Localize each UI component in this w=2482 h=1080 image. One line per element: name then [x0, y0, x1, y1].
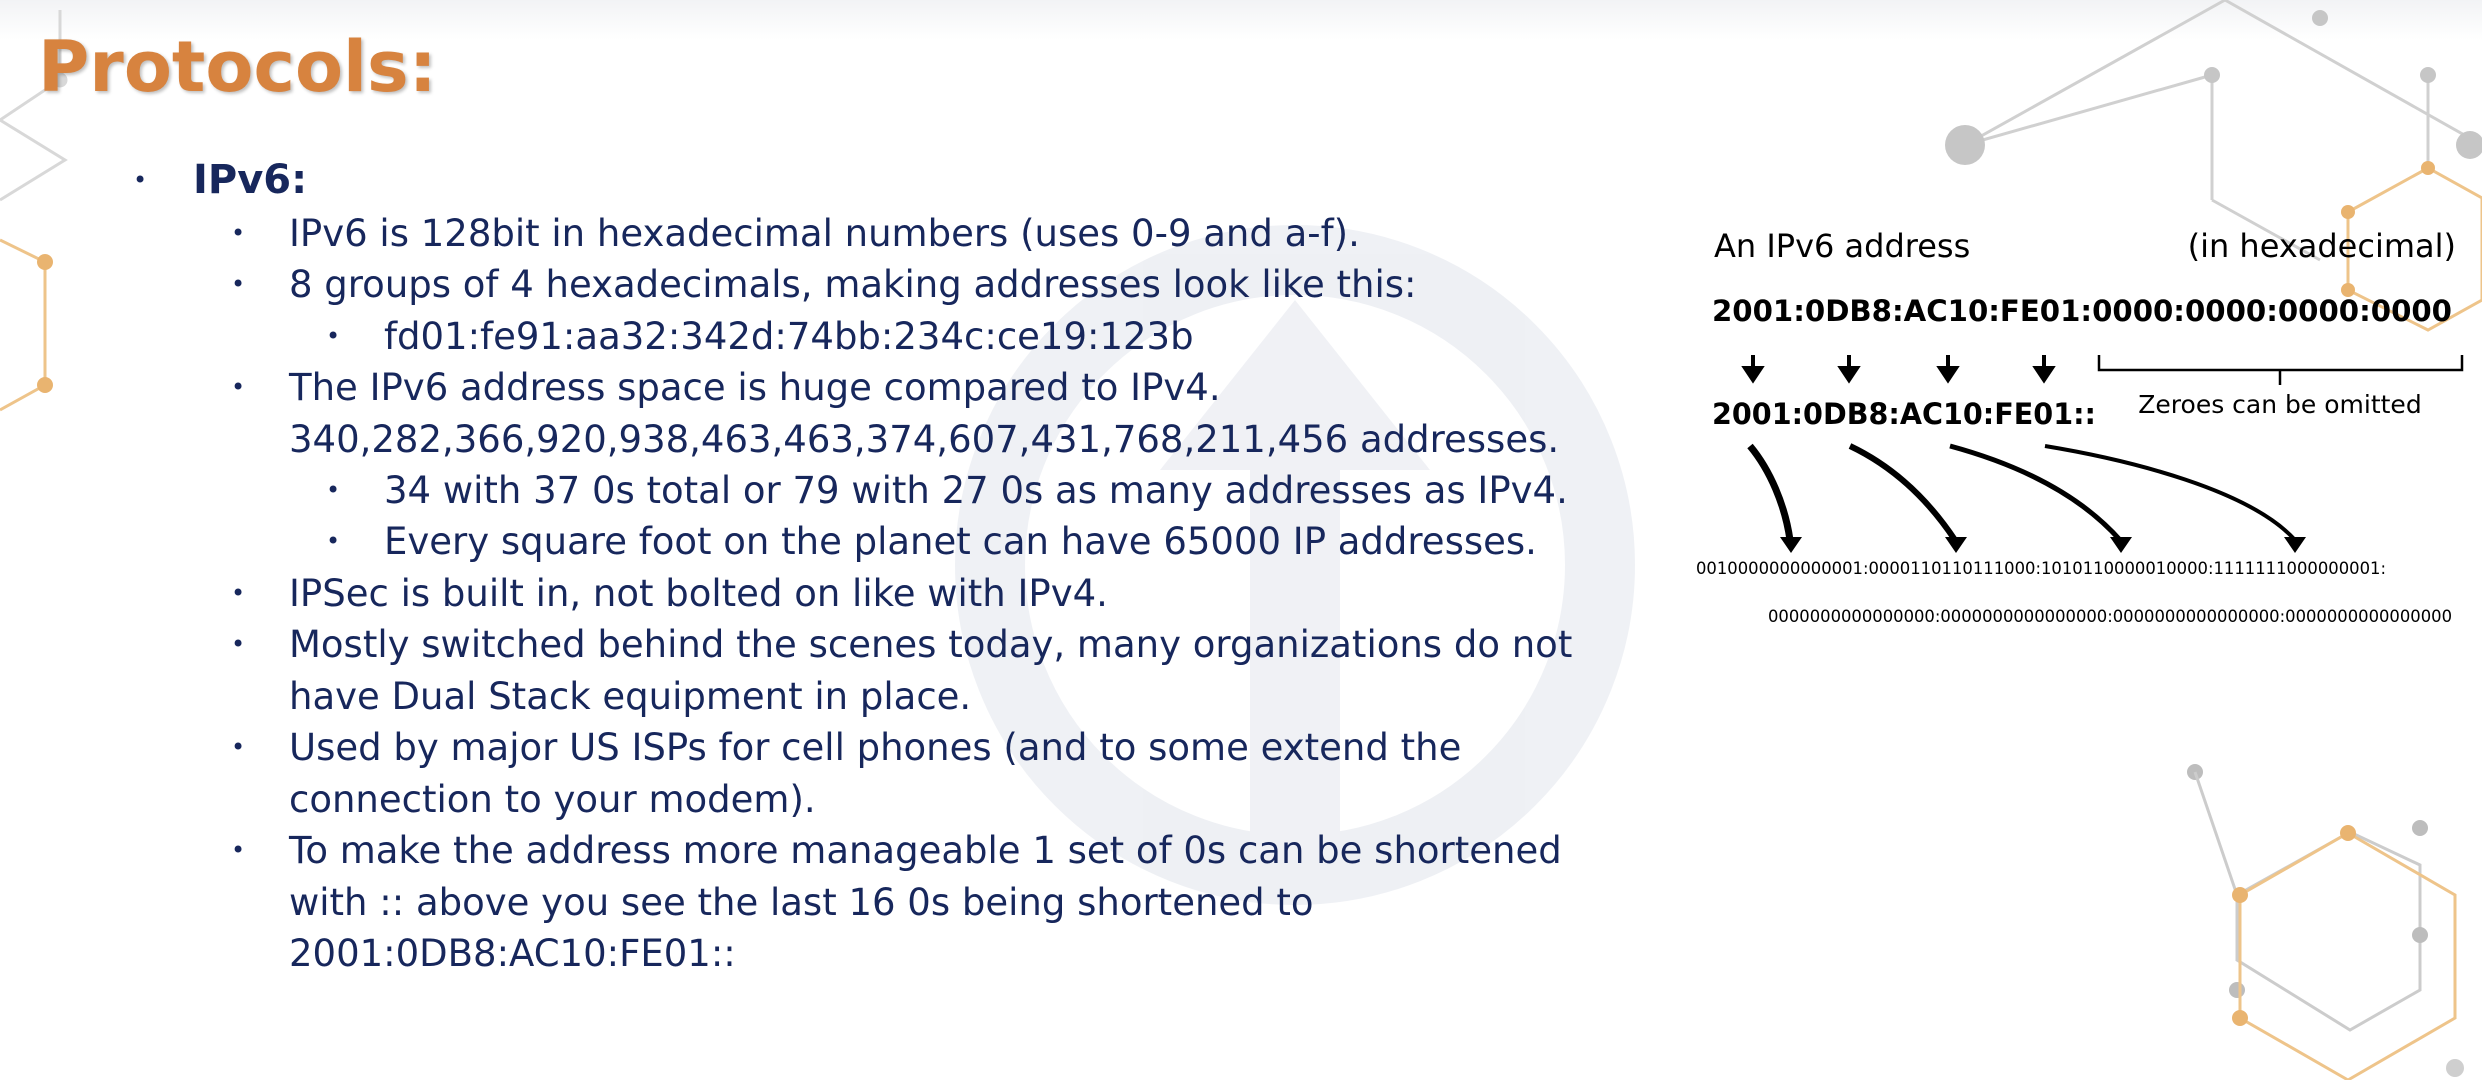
bullet-text: Mostly switched behind the scenes today,…	[289, 623, 1573, 666]
ipv6-address-diagram: An IPv6 address (in hexadecimal) 2001:0D…	[1696, 227, 2464, 627]
short-address-text: 2001:0DB8:AC10:FE01::	[1712, 397, 2096, 431]
bullet-text: Every square foot on the planet can have…	[384, 520, 1537, 563]
bullet-dot-icon: •	[231, 373, 246, 401]
down-arrows-icon	[1741, 355, 2056, 384]
bullet-ipv6-heading: • IPv6:	[133, 155, 308, 207]
bullet-item: • 8 groups of 4 hexadecimals, making add…	[231, 259, 1417, 311]
bullet-text: have Dual Stack equipment in place.	[289, 675, 972, 718]
bullet-text: 2001:0DB8:AC10:FE01::	[289, 932, 736, 975]
bullet-text: 34 with 37 0s total or 79 with 27 0s as …	[384, 469, 1568, 512]
bullet-text: 340,282,366,920,938,463,463,374,607,431,…	[289, 418, 1560, 461]
bullet-text: connection to your modem).	[289, 778, 816, 821]
bullet-dot-icon: •	[326, 527, 341, 555]
bullet-item: • Used by major US ISPs for cell phones …	[231, 722, 1462, 774]
bullet-item: • Mostly switched behind the scenes toda…	[231, 619, 1573, 671]
curved-arrows-icon	[1747, 443, 2297, 542]
full-address-text: 2001:0DB8:AC10:FE01:0000:0000:0000:0000	[1712, 294, 2452, 328]
bullet-item: • IPv6 is 128bit in hexadecimal numbers …	[231, 208, 1360, 260]
bullet-dot-icon: •	[231, 270, 246, 298]
bullet-text: IPSec is built in, not bolted on like wi…	[289, 572, 1108, 615]
binary-line-1: 0010000000000001:0000110110111000:101011…	[1696, 559, 2386, 579]
hexagon-orange-bottom-right-icon	[2232, 825, 2464, 1080]
bullet-text: Used by major US ISPs for cell phones (a…	[289, 726, 1462, 769]
omitted-note-text: Zeroes can be omitted	[2138, 390, 2421, 419]
bullet-continuation: 2001:0DB8:AC10:FE01::	[289, 928, 736, 980]
bullet-dot-icon: •	[133, 166, 148, 194]
bullet-dot-icon: •	[231, 836, 246, 864]
bullet-item: • To make the address more manageable 1 …	[231, 825, 1562, 877]
bullet-item: • IPSec is built in, not bolted on like …	[231, 568, 1108, 620]
hexagon-orange-left-icon	[0, 238, 53, 412]
bullet-dot-icon: •	[231, 579, 246, 607]
bullet-dot-icon: •	[326, 476, 341, 504]
bullet-text: IPv6 is 128bit in hexadecimal numbers (u…	[289, 212, 1360, 255]
arrowheads-icon	[1780, 537, 2306, 553]
omitted-zeroes-bracket-icon	[2097, 355, 2464, 385]
bullet-dot-icon: •	[326, 322, 341, 350]
bullet-continuation: connection to your modem).	[289, 774, 816, 826]
bullet-text: fd01:fe91:aa32:342d:74bb:234c:ce19:123b	[384, 315, 1194, 358]
diagram-header-left: An IPv6 address	[1714, 227, 1970, 265]
bullet-text: with :: above you see the last 16 0s bei…	[289, 881, 1314, 924]
bullet-dot-icon: •	[231, 219, 246, 247]
sub-bullet-item: • fd01:fe91:aa32:342d:74bb:234c:ce19:123…	[326, 311, 1194, 363]
diagram-header-right: (in hexadecimal)	[2188, 227, 2456, 265]
bullet-text: To make the address more manageable 1 se…	[289, 829, 1562, 872]
bullet-continuation: with :: above you see the last 16 0s bei…	[289, 877, 1314, 929]
bullet-text: The IPv6 address space is huge compared …	[289, 366, 1221, 409]
bullet-dot-icon: •	[231, 733, 246, 761]
sub-bullet-item: • 34 with 37 0s total or 79 with 27 0s a…	[326, 465, 1568, 517]
bullet-text: 8 groups of 4 hexadecimals, making addre…	[289, 263, 1417, 306]
hexagon-network-bottom-right-icon	[2187, 764, 2428, 1032]
bullet-continuation: 340,282,366,920,938,463,463,374,607,431,…	[289, 414, 1559, 466]
sub-bullet-item: • Every square foot on the planet can ha…	[326, 516, 1537, 568]
bullet-continuation: have Dual Stack equipment in place.	[289, 671, 971, 723]
bullet-dot-icon: •	[231, 630, 246, 658]
bullet-text: IPv6:	[193, 157, 308, 203]
binary-line-2: 0000000000000000:0000000000000000:000000…	[1768, 607, 2452, 627]
bullet-item: • The IPv6 address space is huge compare…	[231, 362, 1221, 414]
slide-title: Protocols:	[38, 26, 437, 108]
